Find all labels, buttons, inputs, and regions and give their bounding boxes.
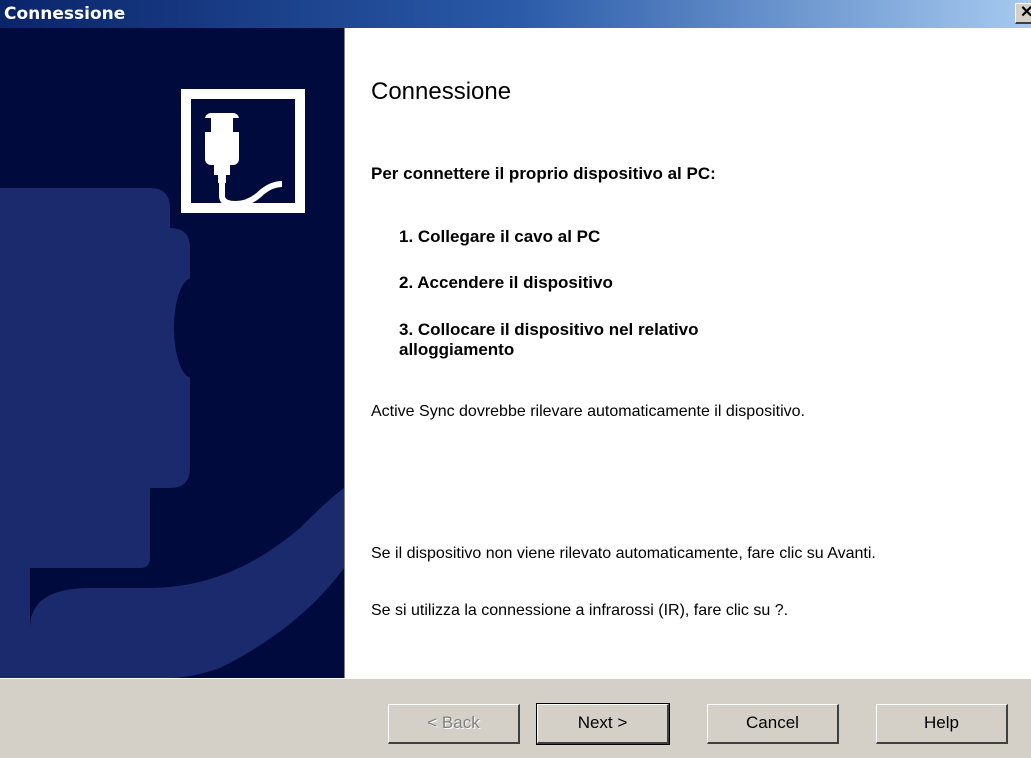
button-bar: < Back Next > Cancel Help — [0, 678, 1031, 758]
close-icon: ✕ — [1020, 4, 1031, 21]
help-button[interactable]: Help — [876, 704, 1008, 744]
step-1: 1. Collegare il cavo al PC — [399, 227, 601, 246]
wizard-side-graphic — [0, 28, 344, 678]
cancel-button[interactable]: Cancel — [707, 704, 839, 744]
wizard-content: Connessione Per connettere il proprio di… — [344, 28, 1031, 678]
page-title: Connessione — [371, 78, 512, 105]
intro-text: Per connettere il proprio dispositivo al… — [371, 164, 716, 183]
step-3: 3. Collocare il dispositivo nel relativo… — [399, 320, 699, 359]
window-title: Connessione — [4, 4, 126, 24]
auto-detect-text: Active Sync dovrebbe rilevare automatica… — [371, 403, 805, 420]
manual-detect-text: Se il dispositivo non viene rilevato aut… — [371, 545, 876, 562]
step-2: 2. Accendere il dispositivo — [399, 273, 613, 292]
back-button[interactable]: < Back — [388, 704, 520, 744]
next-button[interactable]: Next > — [536, 703, 670, 745]
close-button[interactable]: ✕ — [1015, 3, 1031, 24]
cable-plug-icon — [181, 89, 305, 213]
title-bar: Connessione ✕ — [0, 0, 1031, 28]
infrared-text: Se si utilizza la connessione a infraros… — [371, 602, 789, 619]
connector-illustration — [0, 28, 344, 678]
